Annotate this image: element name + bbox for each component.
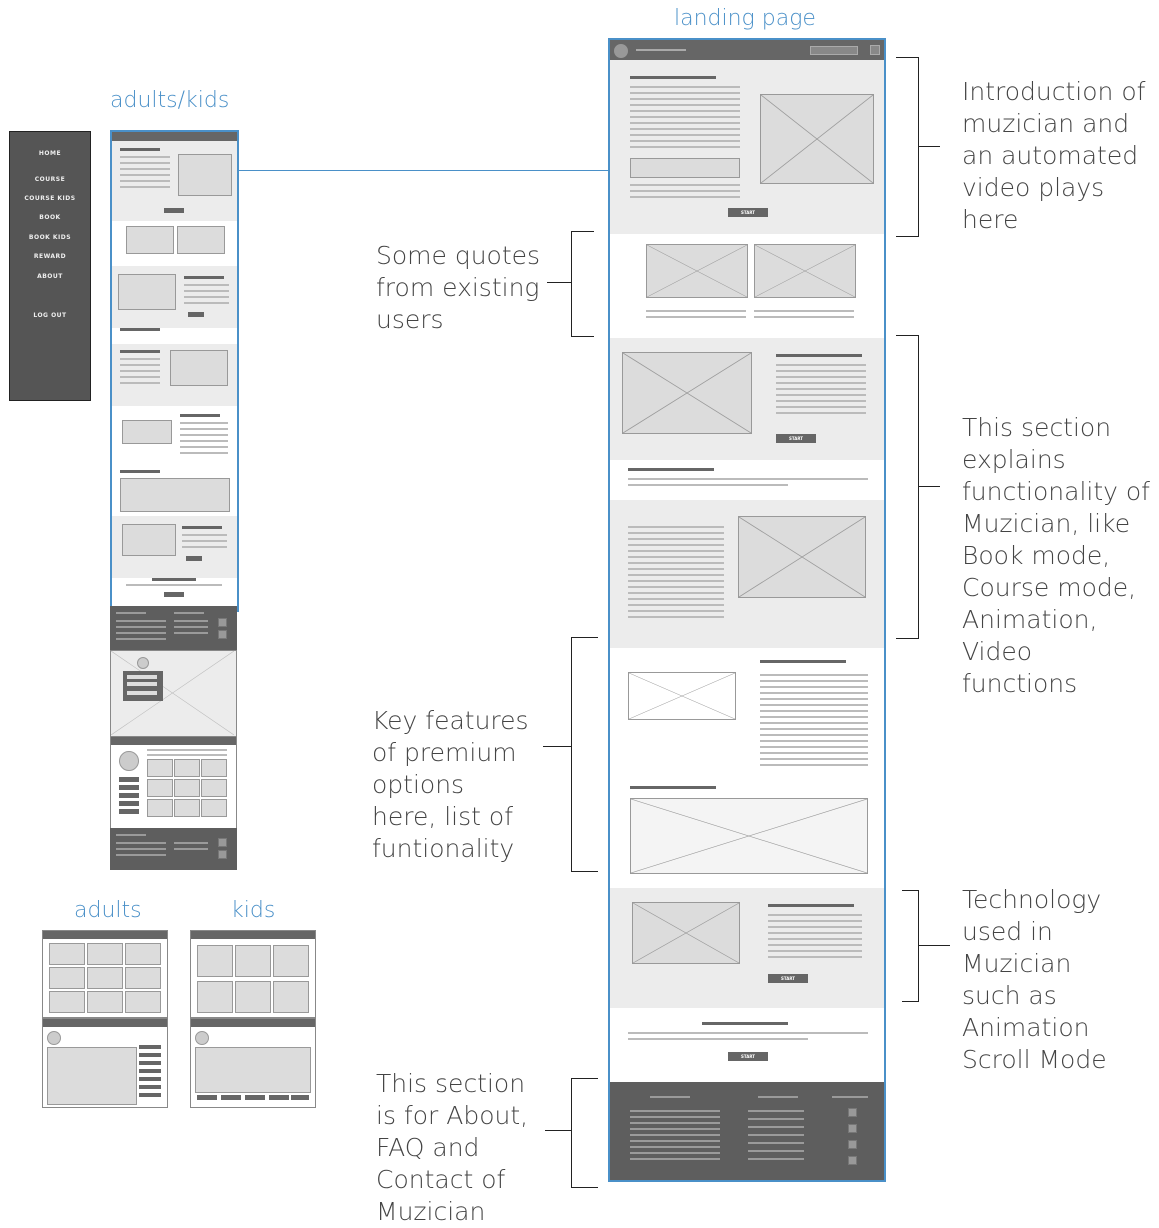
login-frame (110, 650, 237, 738)
menu-log-out[interactable]: LOG OUT (10, 312, 90, 319)
grid-footer (110, 828, 237, 870)
intro-annotation: Introduction of muzician and an automate… (962, 77, 1146, 234)
menu-about[interactable]: ABOUT (10, 273, 90, 280)
landing-page-frame: START START START START (608, 38, 886, 1182)
cta-start-button[interactable]: START (728, 1052, 768, 1061)
menu-book-kids[interactable]: BOOK KIDS (10, 234, 90, 241)
about-bracket (571, 1078, 598, 1188)
adults-kids-title: adults/kids (110, 88, 230, 113)
kids-player-frame (190, 1018, 316, 1108)
technology-bracket (902, 890, 919, 1002)
intro-start-button[interactable]: START (728, 208, 768, 217)
about-faq-contact-footer (610, 1082, 884, 1180)
adults-player-frame (42, 1018, 168, 1108)
intro-bracket (896, 57, 919, 237)
landing-page-title: landing page (674, 6, 816, 31)
login-box (123, 671, 163, 701)
functionality-start-button[interactable]: START (776, 434, 816, 443)
kids-grid-frame (190, 930, 316, 1018)
technology-section: START (610, 888, 884, 1008)
quotes-section (610, 234, 884, 338)
technology-annotation: Technology used in Muzician such as Anim… (962, 885, 1107, 1074)
frame-header (112, 132, 237, 141)
menu-course[interactable]: COURSE (10, 176, 90, 183)
menu-reward[interactable]: REWARD (10, 253, 90, 260)
premium-bracket (571, 637, 598, 872)
functionality-bracket (896, 335, 919, 639)
adults-kids-footer (110, 606, 237, 650)
menu-home[interactable]: HOME (10, 150, 90, 157)
menu-course-kids[interactable]: COURSE KIDS (10, 195, 90, 202)
intro-section: START (610, 60, 884, 234)
cta-section: START (610, 1008, 884, 1082)
menu-book[interactable]: BOOK (10, 214, 90, 221)
functionality-annotation: This section explains functionality of M… (962, 413, 1150, 698)
side-menu: HOME COURSE COURSE KIDS BOOK BOOK KIDS R… (9, 131, 91, 401)
adults-title: adults (74, 898, 142, 923)
about-annotation: This section is for About, FAQ and Conta… (376, 1069, 529, 1226)
quotes-bracket (571, 231, 594, 337)
functionality-section: START (610, 338, 884, 460)
adults-kids-frame (110, 130, 239, 612)
quotes-annotation: Some quotes from existing users (376, 241, 541, 334)
landing-header (610, 40, 884, 60)
grid-frame (110, 736, 237, 830)
premium-section (610, 648, 884, 888)
technology-start-button[interactable]: START (768, 974, 808, 983)
premium-annotation: Key features of premium options here, li… (372, 706, 529, 863)
kids-title: kids (231, 898, 276, 923)
adults-grid-frame (42, 930, 168, 1018)
connector-line (236, 170, 608, 171)
